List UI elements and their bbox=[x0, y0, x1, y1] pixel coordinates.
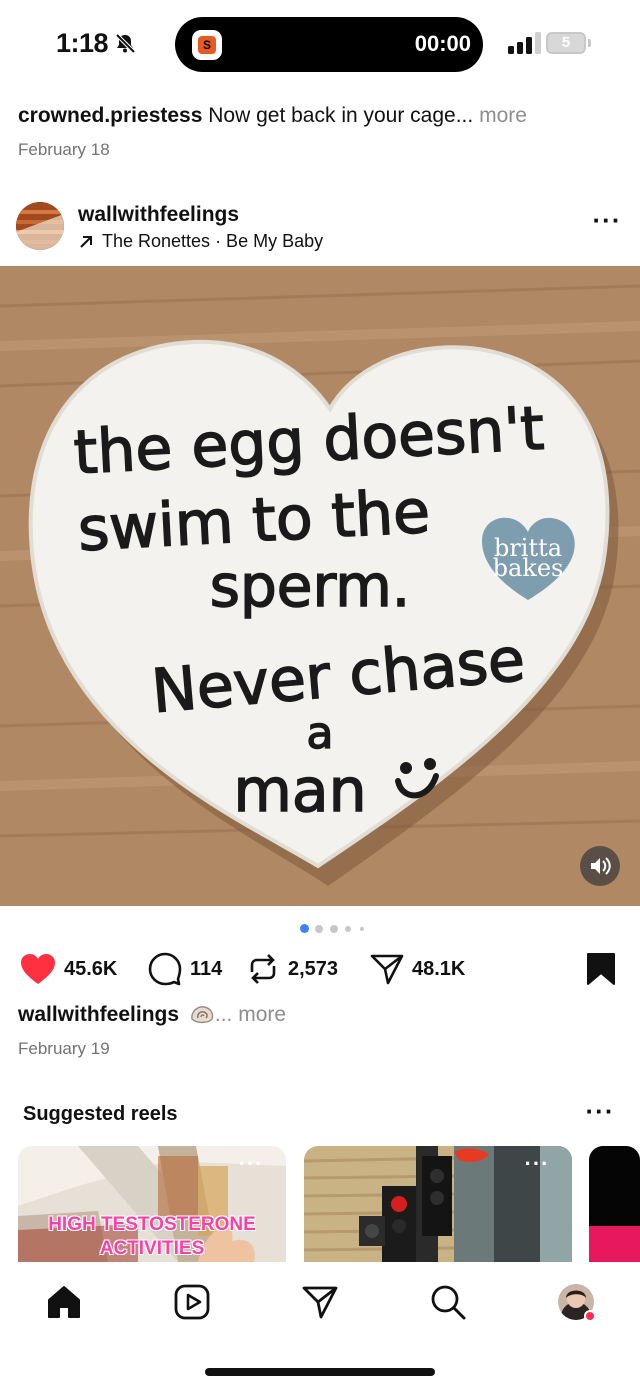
suggested-reels-more-button[interactable]: ··· bbox=[584, 1098, 616, 1126]
reel-2-more-button[interactable]: ··· bbox=[522, 1153, 552, 1175]
battery-tip bbox=[588, 39, 591, 47]
carousel-dot bbox=[315, 925, 323, 933]
previous-post-username[interactable]: crowned.priestess bbox=[18, 104, 202, 127]
volume-button[interactable] bbox=[580, 846, 620, 886]
home-indicator bbox=[205, 1368, 435, 1376]
profile-button[interactable] bbox=[556, 1282, 596, 1322]
reel-1-more-button[interactable]: ··· bbox=[236, 1153, 266, 1175]
post-username[interactable]: wallwithfeelings bbox=[78, 203, 239, 227]
signal-icon bbox=[508, 32, 541, 54]
image-text-line-5: a bbox=[307, 708, 334, 759]
music-arrow-icon bbox=[80, 235, 92, 248]
post-more-options-button[interactable]: ··· bbox=[590, 207, 624, 236]
repost-button[interactable]: 2,573 bbox=[246, 950, 338, 988]
suggested-reels-title: Suggested reels bbox=[23, 1103, 178, 1125]
logo-text-2: bakes bbox=[493, 554, 564, 582]
carousel-indicator bbox=[300, 924, 380, 934]
carousel-dot bbox=[345, 926, 351, 932]
comment-button[interactable]: 114 bbox=[148, 950, 222, 988]
shell-icon bbox=[191, 1006, 214, 1024]
reel-1-text-line-1: HIGH TESTOSTERONE bbox=[48, 1214, 256, 1235]
direct-icon[interactable] bbox=[300, 1282, 340, 1322]
carousel-dot bbox=[360, 927, 364, 931]
profile-icon bbox=[558, 1284, 596, 1322]
image-text-line-3: sperm. bbox=[210, 552, 410, 620]
bookmark-icon[interactable] bbox=[586, 952, 616, 986]
post-avatar[interactable] bbox=[16, 202, 64, 250]
bottom-nav bbox=[0, 1262, 640, 1388]
like-count[interactable]: 45.6K bbox=[64, 958, 117, 981]
dynamic-island[interactable]: S 00:00 bbox=[175, 17, 483, 72]
suggested-reel-3[interactable] bbox=[589, 1146, 640, 1262]
caption-username[interactable]: wallwithfeelings bbox=[18, 1003, 179, 1026]
repost-icon bbox=[250, 954, 276, 984]
previous-post-more[interactable]: more bbox=[479, 104, 527, 127]
battery-level: 5 bbox=[561, 34, 571, 51]
island-timer: 00:00 bbox=[414, 31, 471, 56]
previous-post-text: Now get back in your cage... bbox=[208, 104, 474, 127]
comment-icon bbox=[148, 952, 182, 986]
home-icon[interactable] bbox=[44, 1282, 84, 1322]
carousel-dot-active bbox=[300, 924, 309, 933]
battery-icon: 5 bbox=[546, 32, 586, 54]
post-music[interactable]: The Ronettes · Be My Baby bbox=[78, 231, 323, 252]
like-button[interactable]: 45.6K bbox=[20, 950, 117, 988]
post-actions: 45.6K 114 2,573 48.1K bbox=[20, 950, 620, 988]
mute-icon bbox=[115, 33, 136, 54]
search-icon[interactable] bbox=[428, 1282, 468, 1322]
caption-more[interactable]: ... more bbox=[215, 1003, 286, 1026]
repost-count[interactable]: 2,573 bbox=[288, 958, 338, 981]
status-time: 1:18 bbox=[56, 28, 109, 58]
post-photo[interactable]: britta bakes the egg doesn't swim to the… bbox=[0, 266, 640, 906]
previous-post-caption[interactable]: crowned.priestess Now get back in your c… bbox=[18, 104, 527, 128]
heart-icon bbox=[21, 954, 55, 984]
status-bar: 1:18 S 00:00 5 bbox=[0, 0, 640, 90]
reel-1-text-line-2: ACTIVITIES bbox=[99, 1238, 205, 1259]
post-date: February 19 bbox=[18, 1039, 110, 1058]
suggested-reel-1[interactable]: ··· HIGH TESTOSTERONE ACTIVITIES bbox=[18, 1146, 286, 1262]
share-count[interactable]: 48.1K bbox=[412, 958, 465, 981]
comment-count[interactable]: 114 bbox=[190, 958, 222, 981]
previous-post-date: February 18 bbox=[18, 140, 110, 159]
notification-dot bbox=[584, 1310, 596, 1322]
suggested-reel-2[interactable]: ··· bbox=[304, 1146, 572, 1262]
share-button[interactable]: 48.1K bbox=[370, 950, 465, 988]
share-icon bbox=[370, 954, 404, 985]
app-icon: S bbox=[192, 30, 222, 60]
image-text-line-6: man bbox=[233, 756, 366, 826]
carousel-dot bbox=[330, 925, 338, 933]
post-music-label: The Ronettes · Be My Baby bbox=[102, 231, 324, 251]
reels-icon[interactable] bbox=[172, 1282, 212, 1322]
volume-icon bbox=[591, 857, 611, 875]
post-caption[interactable]: wallwithfeelings ... more bbox=[18, 1003, 286, 1027]
